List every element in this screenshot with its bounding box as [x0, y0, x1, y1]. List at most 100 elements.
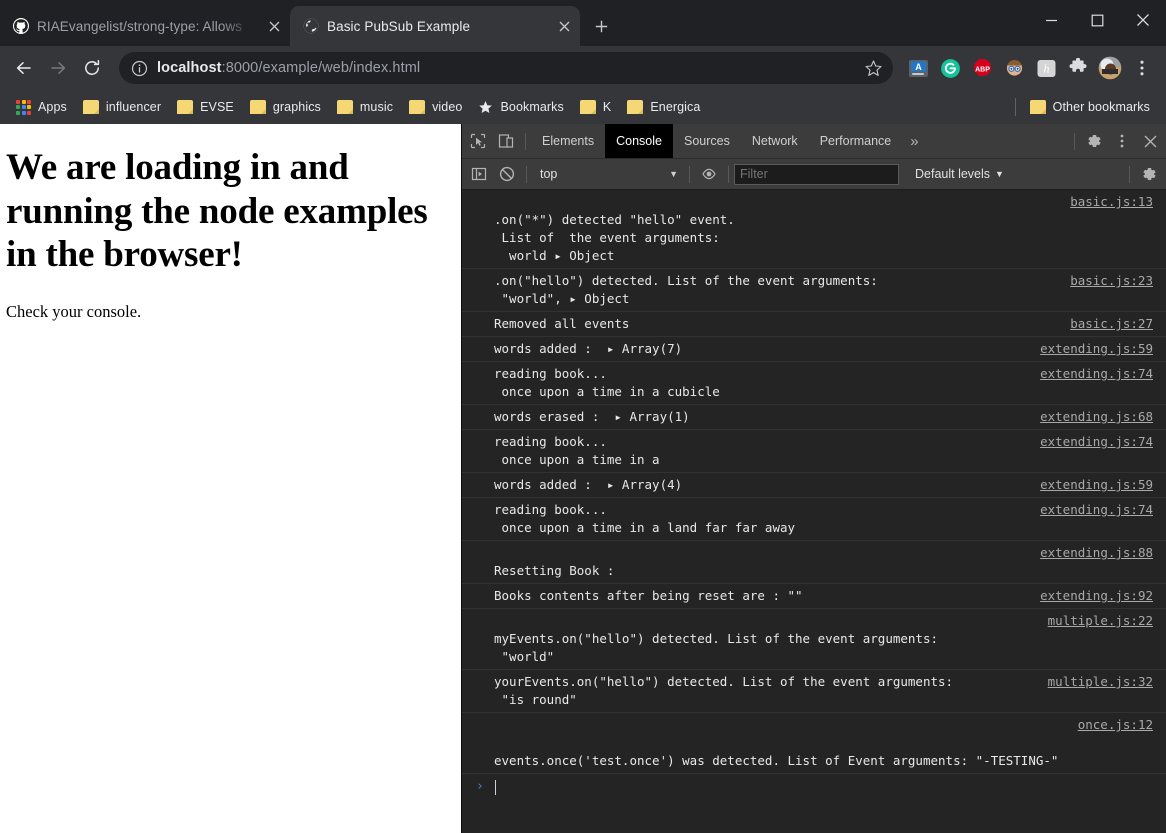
browser-window: RIAEvangelist/strong-type: Allows Basic … [0, 0, 1166, 833]
page-title: We are loading in and running the node e… [6, 147, 428, 276]
tab-sources[interactable]: Sources [673, 124, 741, 158]
console-message[interactable]: words added : ▸ Array(4) extending.js:59 [462, 473, 1166, 498]
bookmark-label: music [359, 100, 394, 114]
console-message[interactable]: Removed all events basic.js:27 [462, 312, 1166, 337]
console-prompt[interactable]: › [462, 774, 1166, 814]
inspect-element-icon[interactable] [464, 127, 492, 155]
live-expressions-icon[interactable] [695, 160, 723, 188]
filterbar-divider [526, 165, 527, 183]
console-message-list[interactable]: .on("*") detected "hello" event. List of… [462, 190, 1166, 833]
console-source-link[interactable]: basic.js:27 [1060, 315, 1166, 333]
console-message[interactable]: myEvents.on("hello") detected. List of t… [462, 609, 1166, 670]
bookmark-item-influencer[interactable]: influencer [75, 96, 169, 118]
reload-icon[interactable] [76, 52, 108, 84]
bookmark-item-video[interactable]: video [401, 96, 470, 118]
tab-label: Sources [683, 134, 730, 148]
browser-tab-0[interactable]: RIAEvangelist/strong-type: Allows [0, 6, 290, 46]
tab-network[interactable]: Network [741, 124, 809, 158]
console-source-link[interactable]: extending.js:68 [1030, 408, 1166, 426]
console-source-link[interactable]: basic.js:13 [1060, 193, 1166, 211]
console-source-link[interactable]: extending.js:74 [1030, 501, 1166, 519]
site-info-icon[interactable] [131, 60, 148, 77]
address-bar[interactable]: localhost:8000/example/web/index.html [119, 52, 893, 84]
grammarly-extension-icon[interactable] [934, 52, 966, 84]
bookmark-item-evse[interactable]: EVSE [169, 96, 242, 118]
toolbar-divider [1074, 132, 1075, 150]
console-message[interactable]: events.once('test.once') was detected. L… [462, 713, 1166, 774]
forward-arrow-icon[interactable] [42, 52, 74, 84]
device-toolbar-icon[interactable] [492, 127, 520, 155]
toolbar-divider [525, 132, 526, 150]
clear-console-icon[interactable] [493, 160, 521, 188]
adblock-plus-extension-icon[interactable]: ABP [966, 52, 998, 84]
console-message[interactable]: Books contents after being reset are : "… [462, 584, 1166, 609]
console-message[interactable]: reading book... once upon a time in a la… [462, 498, 1166, 541]
bookmark-item-music[interactable]: music [329, 96, 401, 118]
console-source-link[interactable]: basic.js:23 [1060, 272, 1166, 290]
profile-avatar[interactable] [1094, 52, 1126, 84]
console-message-text: myEvents.on("hello") detected. List of t… [494, 631, 939, 664]
browser-tab-1[interactable]: Basic PubSub Example [290, 6, 580, 46]
honey-extension-icon[interactable]: h [1030, 52, 1062, 84]
console-source-link[interactable]: extending.js:74 [1030, 433, 1166, 451]
execution-context-select[interactable]: top ▼ [532, 164, 684, 185]
console-message[interactable]: .on("*") detected "hello" event. List of… [462, 190, 1166, 269]
more-tabs-icon[interactable]: » [902, 124, 926, 158]
bookmark-item-bookmarks[interactable]: Bookmarks [470, 96, 571, 119]
rendered-page: We are loading in and running the node e… [0, 124, 461, 833]
console-source-link[interactable]: multiple.js:22 [1038, 612, 1166, 630]
close-icon[interactable] [552, 14, 576, 38]
chrome-menu-icon[interactable] [1126, 52, 1158, 84]
chevron-down-icon: ▼ [995, 169, 1004, 179]
tab-label: Console [616, 134, 662, 148]
console-sidebar-icon[interactable] [465, 160, 493, 188]
bitmoji-extension-icon[interactable] [998, 52, 1030, 84]
filterbar-divider [689, 165, 690, 183]
filterbar-divider [728, 165, 729, 183]
devtools-toolbar-right [1069, 127, 1164, 155]
console-message-text: words added : ▸ Array(7) [494, 341, 683, 356]
console-message[interactable]: reading book... once upon a time in a cu… [462, 362, 1166, 405]
settings-gear-icon[interactable] [1080, 127, 1108, 155]
extensions-puzzle-icon[interactable] [1062, 52, 1094, 84]
bookmark-label: K [602, 100, 612, 114]
back-arrow-icon[interactable] [8, 52, 40, 84]
tab-elements[interactable]: Elements [531, 124, 605, 158]
bookmark-item-energica[interactable]: Energica [619, 96, 708, 118]
bookmark-item-k[interactable]: K [572, 96, 619, 118]
tab-console[interactable]: Console [605, 124, 673, 158]
close-window-button[interactable] [1120, 0, 1166, 40]
console-message-text: Books contents after being reset are : "… [494, 588, 803, 603]
close-devtools-icon[interactable] [1136, 127, 1164, 155]
console-source-link[interactable]: extending.js:59 [1030, 340, 1166, 358]
console-source-link[interactable]: multiple.js:32 [1038, 673, 1166, 691]
bookmark-star-icon[interactable] [864, 59, 883, 78]
console-source-link[interactable]: extending.js:92 [1030, 587, 1166, 605]
tab-performance[interactable]: Performance [809, 124, 903, 158]
svg-text:A: A [915, 62, 922, 72]
bookmark-item-other-bookmarks[interactable]: Other bookmarks [1022, 96, 1158, 118]
console-message[interactable]: Resetting Book : extending.js:88 [462, 541, 1166, 584]
log-levels-select[interactable]: Default levels ▼ [907, 167, 1012, 181]
console-message[interactable]: reading book... once upon a time in a ext… [462, 430, 1166, 473]
close-icon[interactable] [262, 14, 286, 38]
console-source-link[interactable]: extending.js:88 [1030, 544, 1166, 562]
maximize-window-button[interactable] [1074, 0, 1120, 40]
console-source-link[interactable]: extending.js:59 [1030, 476, 1166, 494]
console-source-link[interactable]: once.js:12 [1068, 716, 1166, 734]
bookmark-item-graphics[interactable]: graphics [242, 96, 329, 118]
bookmark-apps[interactable]: Apps [8, 96, 75, 119]
console-source-link[interactable]: extending.js:74 [1030, 365, 1166, 383]
minimize-window-button[interactable] [1028, 0, 1074, 40]
grammar-extension-icon[interactable]: A [902, 52, 934, 84]
console-message[interactable]: words added : ▸ Array(7) extending.js:59 [462, 337, 1166, 362]
filter-input[interactable] [734, 163, 899, 185]
more-options-icon[interactable] [1108, 127, 1136, 155]
console-message[interactable]: words erased : ▸ Array(1) extending.js:68 [462, 405, 1166, 430]
console-message[interactable]: .on("hello") detected. List of the event… [462, 269, 1166, 312]
console-settings-gear-icon[interactable] [1135, 160, 1163, 188]
new-tab-button[interactable] [586, 11, 616, 41]
star-icon [478, 100, 493, 115]
url-host: localhost [157, 60, 222, 76]
console-message[interactable]: yourEvents.on("hello") detected. List of… [462, 670, 1166, 713]
